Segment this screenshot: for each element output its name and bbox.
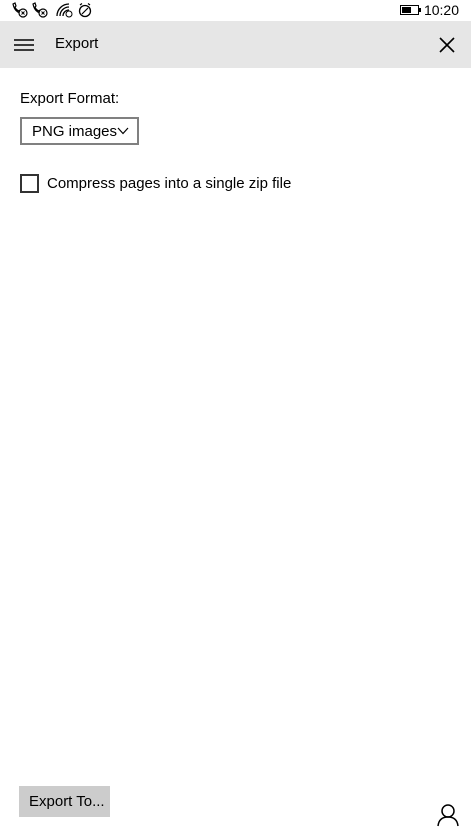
missed-call-icon <box>11 2 29 18</box>
hamburger-icon[interactable] <box>12 33 36 57</box>
export-to-button[interactable]: Export To... <box>19 786 110 817</box>
export-format-selected: PNG images <box>32 123 118 140</box>
export-format-label: Export Format: <box>20 90 120 107</box>
battery-icon <box>400 5 421 15</box>
export-format-dropdown[interactable]: PNG images <box>20 117 139 145</box>
compress-checkbox-label[interactable]: Compress pages into a single zip file <box>47 175 291 193</box>
close-icon[interactable] <box>435 33 459 57</box>
chevron-down-icon <box>117 126 129 136</box>
wifi-icon <box>55 2 73 18</box>
person-icon[interactable] <box>437 803 459 827</box>
compress-checkbox[interactable] <box>20 174 39 193</box>
page-title: Export <box>55 35 99 52</box>
export-to-button-label: Export To... <box>29 793 105 810</box>
status-time: 10:20 <box>423 2 459 18</box>
status-bar: 10:20 <box>0 0 471 21</box>
alarm-icon <box>77 2 95 18</box>
missed-call-icon <box>31 2 49 18</box>
app-header: Export <box>0 21 471 68</box>
export-screen: 10:20 Export Export Format: PNG images C… <box>0 0 471 837</box>
